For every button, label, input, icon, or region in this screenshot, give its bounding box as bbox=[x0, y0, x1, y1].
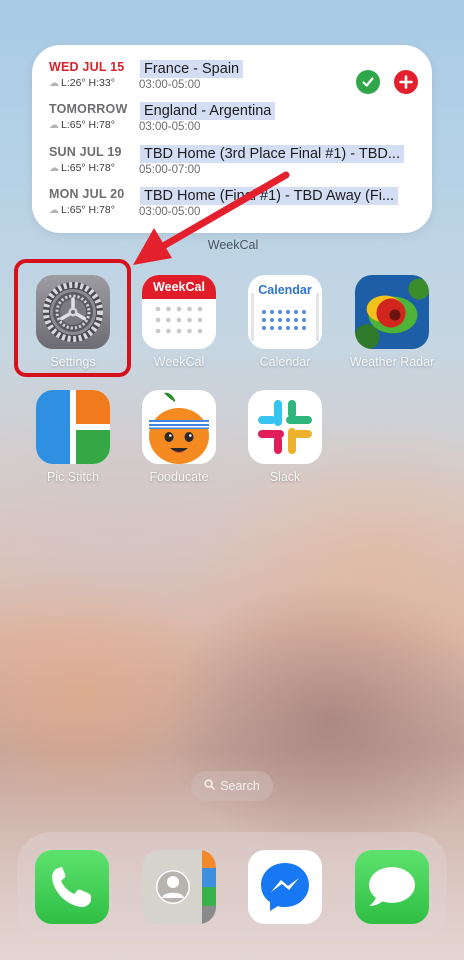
messages-icon bbox=[369, 867, 415, 906]
widget-time: 03:00-05:00 bbox=[139, 206, 201, 218]
widget-weather: ☁ L:65° H:78° bbox=[49, 204, 115, 216]
widget-row[interactable]: TOMORROW ☁ L:65° H:78° England - Argentin… bbox=[32, 102, 432, 142]
search-button[interactable]: Search bbox=[191, 771, 273, 801]
widget-event[interactable]: France - Spain bbox=[140, 60, 244, 78]
pic-stitch-icon bbox=[36, 390, 110, 464]
app-slack[interactable]: Slack bbox=[235, 390, 335, 484]
app-fooducate[interactable]: Fooducate bbox=[129, 390, 229, 484]
plus-icon[interactable] bbox=[394, 70, 418, 94]
app-label: Weather Radar bbox=[349, 355, 435, 369]
cloud-icon: ☁ bbox=[49, 205, 59, 216]
widget-event[interactable]: England - Argentina bbox=[140, 102, 276, 120]
weather-radar-icon bbox=[355, 275, 429, 349]
slack-icon bbox=[248, 390, 322, 464]
app-pic-stitch[interactable]: Pic Stitch bbox=[23, 390, 123, 484]
search-icon bbox=[204, 779, 215, 793]
widget-weather-text: L:26° H:33° bbox=[61, 77, 115, 89]
checkmark-icon[interactable] bbox=[356, 70, 380, 94]
app-label: Fooducate bbox=[149, 470, 209, 484]
app-label: Calendar bbox=[259, 355, 311, 369]
widget-weather-text: L:65° H:78° bbox=[61, 162, 115, 174]
widget-time: 05:00-07:00 bbox=[139, 164, 201, 176]
settings-gear-icon bbox=[36, 275, 110, 349]
app-label: Slack bbox=[269, 470, 301, 484]
search-label: Search bbox=[220, 779, 260, 793]
weekcal-widget[interactable]: WED JUL 15 ☁ L:26° H:33° France - Spain 0… bbox=[32, 45, 432, 233]
widget-weather-text: L:65° H:78° bbox=[61, 204, 115, 216]
widget-row[interactable]: WED JUL 15 ☁ L:26° H:33° France - Spain 0… bbox=[32, 60, 432, 100]
cloud-icon: ☁ bbox=[49, 163, 59, 174]
dock-phone[interactable] bbox=[35, 850, 109, 924]
app-weekcal[interactable]: WeekCal WeekCal bbox=[129, 275, 229, 369]
app-label: Settings bbox=[50, 355, 96, 369]
widget-row[interactable]: MON JUL 20 ☁ L:65° H:78° TBD Home (Final … bbox=[32, 187, 432, 227]
app-settings[interactable]: Settings bbox=[23, 275, 123, 369]
widget-weather: ☁ L:65° H:78° bbox=[49, 162, 115, 174]
widget-event[interactable]: TBD Home (3rd Place Final #1) - TBD... bbox=[140, 145, 404, 163]
contacts-icon bbox=[142, 850, 216, 924]
widget-time: 03:00-05:00 bbox=[139, 121, 201, 133]
messenger-icon bbox=[261, 863, 309, 911]
widget-weather: ☁ L:65° H:78° bbox=[49, 119, 115, 131]
widget-caption: WeekCal bbox=[207, 238, 259, 252]
app-label: WeekCal bbox=[153, 355, 205, 369]
widget-date: SUN JUL 19 bbox=[49, 145, 122, 159]
fooducate-icon bbox=[142, 390, 216, 464]
app-weather-radar[interactable]: Weather Radar bbox=[342, 275, 442, 369]
cloud-icon: ☁ bbox=[49, 78, 59, 89]
widget-row[interactable]: SUN JUL 19 ☁ L:65° H:78° TBD Home (3rd Pl… bbox=[32, 145, 432, 185]
app-calendar[interactable]: Calendar Calendar bbox=[235, 275, 335, 369]
cloud-icon: ☁ bbox=[49, 120, 59, 131]
weekcal-icon: WeekCal bbox=[142, 275, 216, 349]
dock-messages[interactable] bbox=[355, 850, 429, 924]
widget-date: WED JUL 15 bbox=[49, 60, 125, 74]
widget-date: MON JUL 20 bbox=[49, 187, 125, 201]
widget-event[interactable]: TBD Home (Final #1) - TBD Away (Fi... bbox=[140, 187, 399, 205]
widget-weather-text: L:65° H:78° bbox=[61, 119, 115, 131]
widget-date: TOMORROW bbox=[49, 102, 128, 116]
app-label: Pic Stitch bbox=[46, 470, 100, 484]
widget-time: 03:00-05:00 bbox=[139, 79, 201, 91]
widget-weather: ☁ L:26° H:33° bbox=[49, 77, 115, 89]
phone-icon bbox=[52, 866, 91, 907]
dock-messenger[interactable] bbox=[248, 850, 322, 924]
calendar-icon: Calendar bbox=[248, 275, 322, 349]
dock-contacts[interactable] bbox=[142, 850, 216, 924]
